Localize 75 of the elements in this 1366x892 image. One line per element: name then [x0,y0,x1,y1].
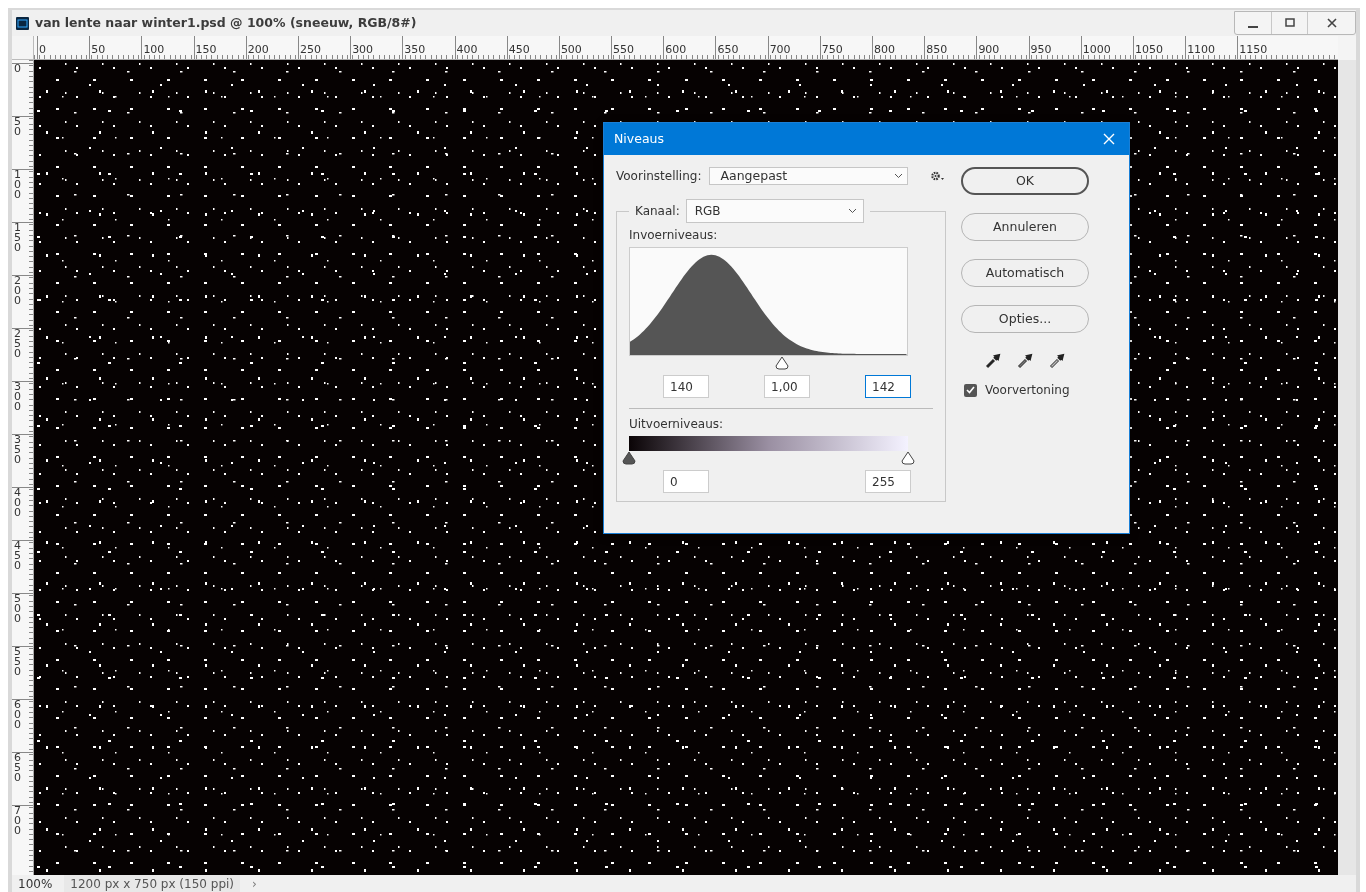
ruler-label: 200 [14,276,22,306]
ruler-label: 650 [14,753,22,783]
close-icon [1103,133,1115,145]
ruler-label: 750 [820,43,843,57]
eyedropper-icon[interactable] [1017,353,1033,369]
ruler-label: 300 [14,382,22,412]
dialog-button[interactable]: OK [961,167,1089,195]
ruler-label: 700 [14,806,22,836]
ruler-label: 600 [664,43,687,57]
ruler-label: 900 [977,43,1000,57]
output-levels-label: Uitvoerniveaus: [629,416,725,433]
ruler-label: 400 [14,488,22,518]
ruler-label: 550 [14,647,22,677]
ruler-label: 1000 [1081,43,1111,57]
input-level-field[interactable]: 142 [865,375,911,398]
ruler-label: 200 [246,43,269,57]
ruler-label: 850 [925,43,948,57]
dialog-button[interactable]: Opties... [961,305,1089,333]
input-level-field[interactable]: 1,00 [764,375,810,398]
eyedropper-icon[interactable] [985,353,1001,369]
ruler-label: 350 [403,43,426,57]
preview-checkbox[interactable] [964,383,977,397]
ruler-label: 800 [873,43,895,57]
ruler-label: 150 [194,43,217,57]
ruler-label: 100 [14,170,22,200]
ruler-label: 450 [507,43,530,57]
settings-icon[interactable] [930,170,946,182]
app-icon [16,16,29,30]
slider-handle[interactable] [775,356,790,370]
zoom-level: 100% [18,875,53,892]
output-level-field[interactable]: 255 [865,470,911,493]
output-level-field[interactable]: 0 [663,470,709,493]
ruler-label: 600 [14,700,22,730]
ruler-label: 650 [716,43,739,57]
ruler-label: 250 [14,329,22,359]
ruler-label: 50 [14,117,22,137]
ruler-label: 50 [90,43,106,57]
ruler-label: 400 [455,43,478,57]
dialog-button[interactable]: Annuleren [961,213,1089,241]
ruler-label: 1100 [1186,43,1216,57]
ruler-label: 150 [14,223,22,253]
ruler-label: 1150 [1238,43,1268,57]
input-level-field[interactable]: 140 [663,375,709,398]
ruler-label: 250 [298,43,321,57]
maximize-icon [1284,18,1295,28]
minimize-icon [1248,26,1258,28]
dialog-button[interactable]: Automatisch [961,259,1089,287]
dialog-title: Niveaus [614,129,664,148]
preset-dropdown[interactable]: Aangepast [709,167,908,185]
ruler-label: 300 [351,43,374,57]
chevron-down-icon [847,208,857,214]
eyedropper-icon[interactable] [1049,353,1065,369]
ruler-label: 1050 [1133,43,1163,57]
ruler-label: 700 [768,43,791,57]
chevron-down-icon [894,173,903,179]
info-menu-arrow[interactable]: › [252,874,257,892]
vertical-scrollbar[interactable] [1338,60,1356,875]
input-levels-label: Invoerniveaus: [629,227,719,244]
ruler-label: 0 [14,64,22,74]
ruler-label: 0 [38,43,46,57]
window-title: van lente naar winter1.psd @ 100% (sneeuw, RGB/8#) [35,13,417,32]
close-icon [1326,18,1337,28]
slider-handle[interactable] [622,451,636,465]
channel-label: Kanaal: [635,203,680,220]
slider-handle[interactable] [901,451,915,465]
channel-dropdown[interactable]: RGB [685,199,864,223]
ruler-label: 950 [1029,43,1052,57]
ruler-label: 450 [14,541,22,571]
ruler-label: 500 [559,43,582,57]
ruler-label: 550 [612,43,635,57]
ruler-label: 350 [14,435,22,465]
ruler-label: 500 [14,594,22,624]
ruler-label: 100 [142,43,165,57]
preset-label: Voorinstelling: [616,168,702,185]
preview-label: Voorvertoning [985,382,1070,399]
